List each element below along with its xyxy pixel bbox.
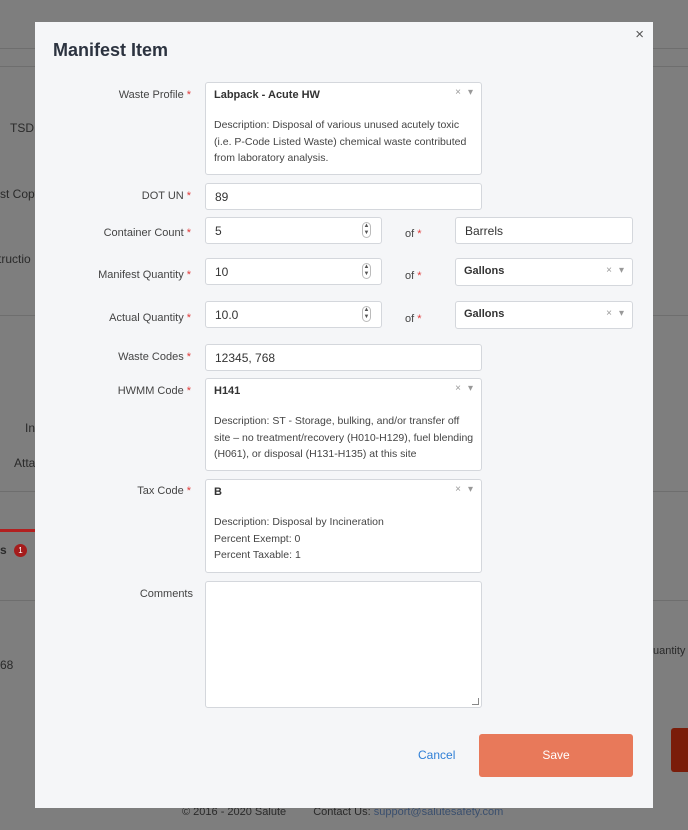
actual-quantity-stepper[interactable]: 10.0 ▲ ▼ [205, 301, 382, 328]
container-count-label: Container Count * [103, 227, 191, 239]
waste-profile-description: Description: Disposal of various unused … [214, 119, 467, 164]
dot-un-label: DOT UN * [141, 190, 191, 202]
comments-textarea[interactable] [205, 581, 482, 708]
tax-code-select[interactable]: B × ▾ Description: Disposal by Incinerati… [205, 479, 482, 573]
chevron-down-icon[interactable]: ▾ [619, 308, 624, 319]
hwmm-code-label: HWMM Code * [117, 385, 191, 397]
bg-submit-button[interactable] [671, 728, 688, 772]
tax-code-description: Description: Disposal by Incineration Pe… [214, 514, 475, 564]
clear-icon[interactable]: × [606, 265, 612, 276]
bg-tab-underline [0, 529, 35, 532]
waste-codes-input[interactable]: 12345, 768 [205, 344, 482, 371]
clear-icon[interactable]: × [455, 87, 461, 98]
container-count-of-label: of * [405, 228, 422, 240]
manifest-unit-select[interactable]: Gallons × ▾ [455, 258, 633, 286]
percent-exempt: Percent Exempt: 0 [214, 532, 301, 545]
bg-in-label: In [25, 421, 36, 435]
bg-quantity-header: uantity [653, 645, 686, 657]
bg-instruction-label: tructio [0, 252, 31, 266]
manifest-quantity-stepper[interactable]: 10 ▲ ▼ [205, 258, 382, 285]
spinner-icon[interactable]: ▲ ▼ [362, 222, 371, 238]
waste-profile-value: Labpack - Acute HW [214, 89, 320, 101]
resize-handle-icon[interactable] [472, 698, 479, 705]
manifest-quantity-label: Manifest Quantity * [98, 269, 191, 281]
cancel-button[interactable]: Cancel [418, 748, 455, 762]
tax-code-label: Tax Code * [137, 485, 191, 497]
actual-unit-select[interactable]: Gallons × ▾ [455, 301, 633, 329]
save-button[interactable]: Save [479, 734, 633, 777]
actual-quantity-of-label: of * [405, 313, 422, 325]
waste-profile-label: Waste Profile * [118, 89, 191, 101]
bg-atta-label: Atta [14, 456, 36, 470]
bg-tab-label[interactable]: s [0, 543, 7, 557]
close-icon[interactable]: × [635, 26, 644, 43]
waste-profile-select[interactable]: Labpack - Acute HW × ▾ Description: Dispo… [205, 82, 482, 175]
waste-codes-label: Waste Codes * [118, 351, 191, 363]
manifest-quantity-of-label: of * [405, 270, 422, 282]
container-count-stepper[interactable]: 5 ▲ ▼ [205, 217, 382, 244]
clear-icon[interactable]: × [455, 484, 461, 495]
spinner-icon[interactable]: ▲ ▼ [362, 263, 371, 279]
clear-icon[interactable]: × [606, 308, 612, 319]
chevron-down-icon[interactable]: ▾ [468, 87, 473, 98]
chevron-down-icon[interactable]: ▾ [619, 265, 624, 276]
manifest-item-modal: Manifest Item × Waste Profile * Labpack -… [35, 22, 653, 808]
chevron-down-icon[interactable]: ▾ [468, 484, 473, 495]
actual-quantity-label: Actual Quantity * [109, 312, 191, 324]
modal-title: Manifest Item [53, 40, 169, 60]
clear-icon[interactable]: × [455, 383, 461, 394]
container-unit-input[interactable]: Barrels [455, 217, 633, 244]
chevron-down-icon[interactable]: ▾ [468, 383, 473, 394]
percent-taxable: Percent Taxable: 1 [214, 549, 301, 561]
dot-un-input[interactable]: 89 [205, 183, 482, 210]
hwmm-code-description: Description: ST - Storage, bulking, and/… [214, 415, 474, 460]
bg-row-value: 68 [0, 658, 14, 672]
bg-tab-badge: 1 [14, 544, 27, 557]
spinner-icon[interactable]: ▲ ▼ [362, 306, 371, 322]
comments-label: Comments [139, 588, 193, 600]
hwmm-code-select[interactable]: H141 × ▾ Description: ST - Storage, bulki… [205, 378, 482, 471]
